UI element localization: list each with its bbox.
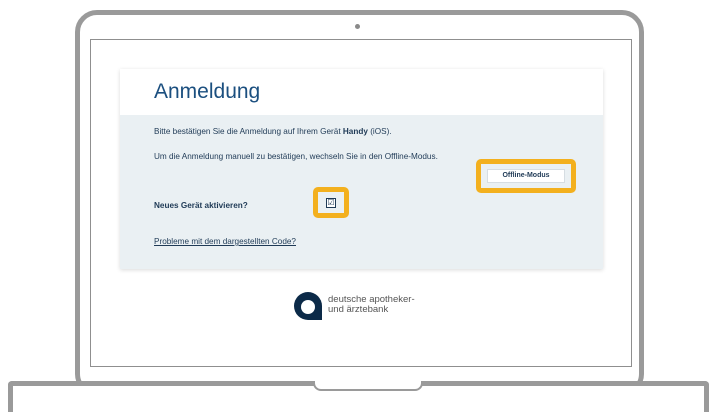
brand-name: deutsche apotheker- und ärztebank [328,295,415,315]
checkbox-highlight: ☑ [313,187,349,218]
apobank-logo-icon [294,292,322,320]
page-title: Anmeldung [154,80,261,103]
camera-icon [355,24,360,29]
laptop-base [8,381,709,412]
manual-instruction: Um die Anmeldung manuell zu bestätigen, … [154,152,438,161]
new-device-label: Neues Gerät aktivieren? [154,201,248,210]
device-name: Handy [342,127,368,136]
hinge-notch [313,381,423,391]
confirm-instruction: Bitte bestätigen Sie die Anmeldung auf I… [154,127,392,136]
new-device-checkbox[interactable]: ☑ [326,198,336,208]
offline-mode-button[interactable]: Offline-Modus [487,169,565,183]
problem-code-link[interactable]: Probleme mit dem dargestellten Code? [154,237,296,246]
brand-line-2: und ärztebank [328,304,389,315]
confirm-suffix: (iOS). [367,127,392,136]
card-header: Anmeldung [120,69,603,115]
offline-button-highlight: Offline-Modus [476,159,576,193]
login-card: Anmeldung Bitte bestätigen Sie die Anmel… [120,69,603,269]
confirm-prefix: Bitte bestätigen Sie die Anmeldung auf I… [154,127,343,136]
